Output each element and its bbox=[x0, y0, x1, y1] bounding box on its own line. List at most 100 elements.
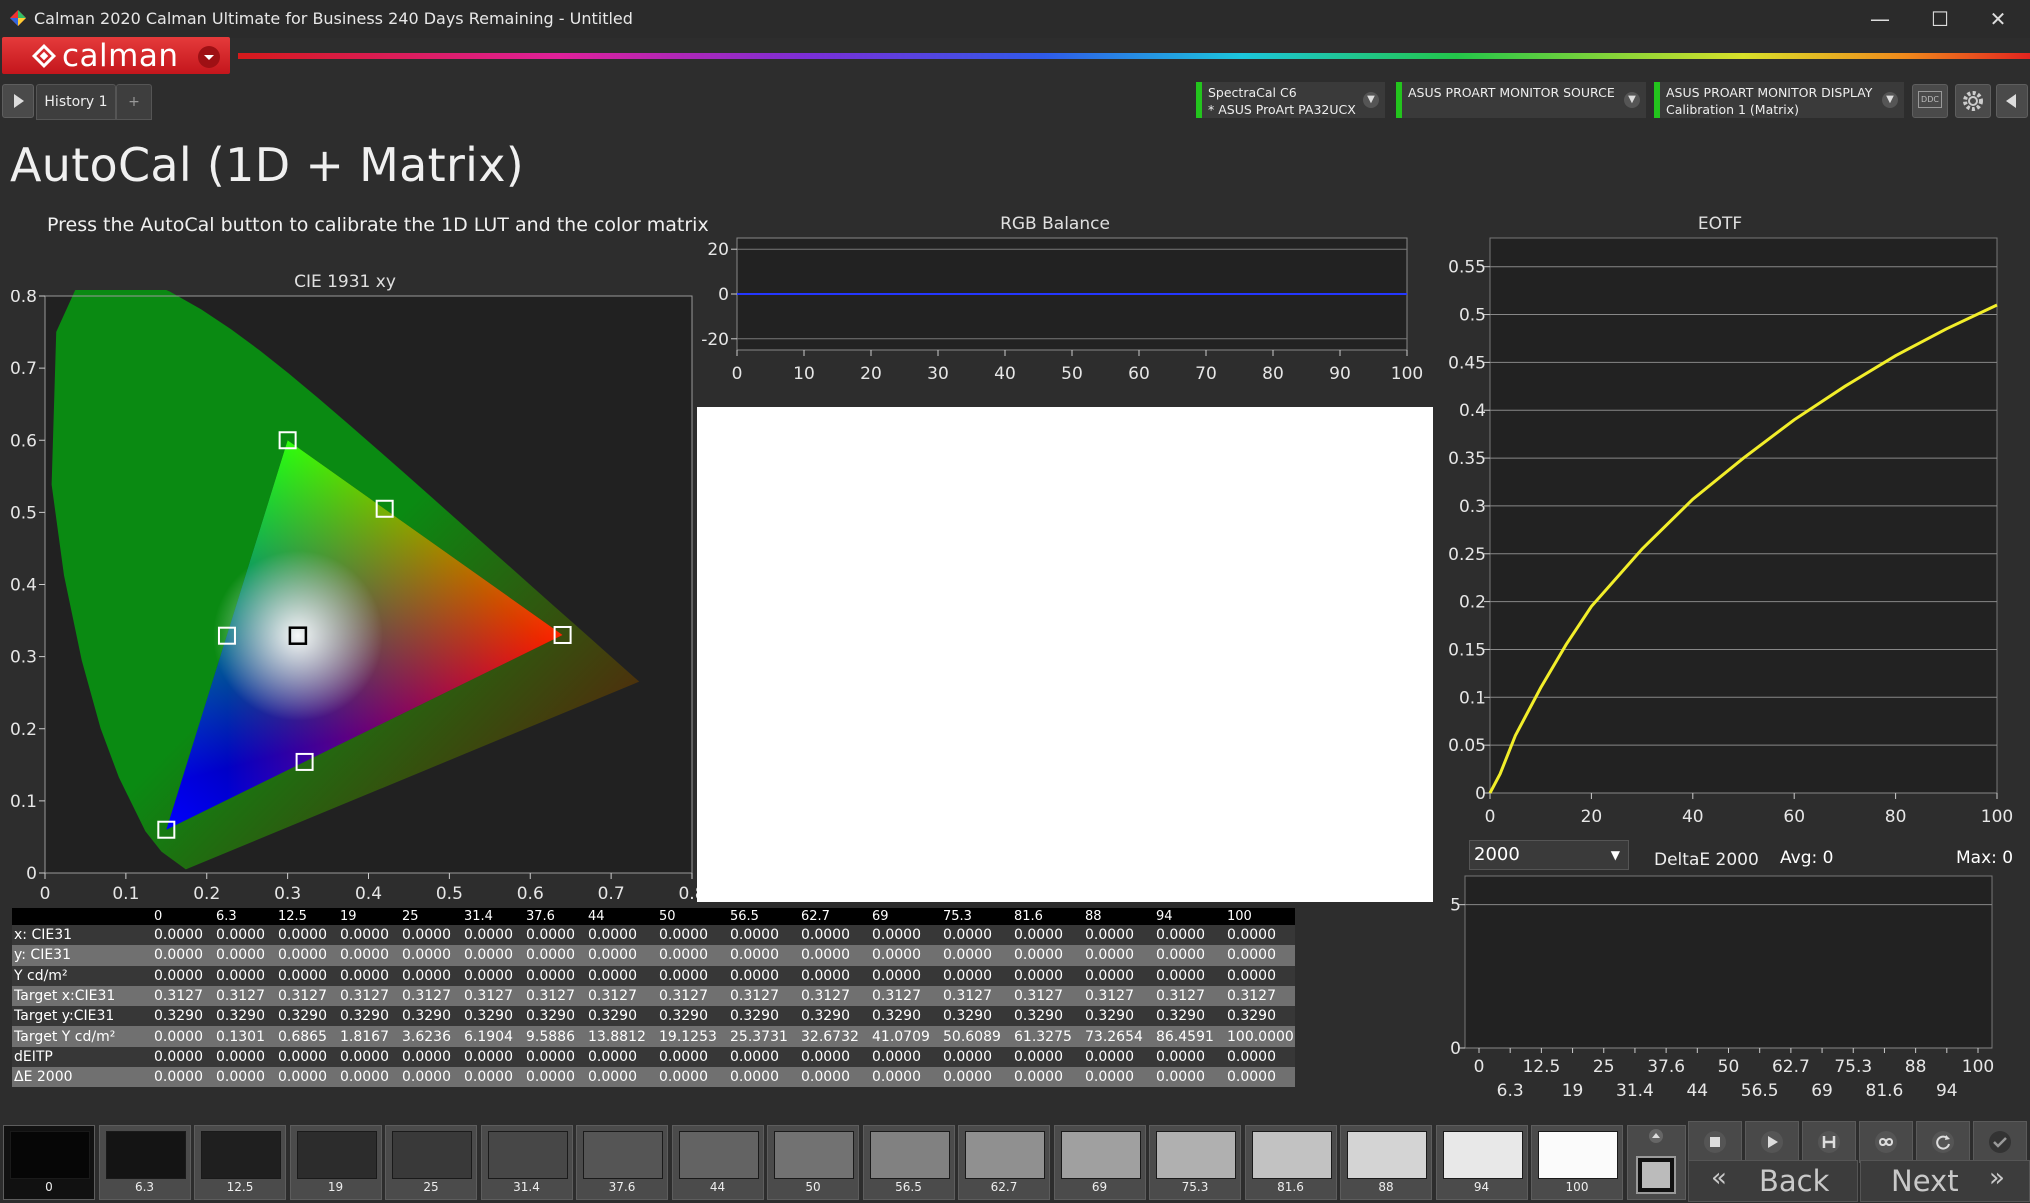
table-header-cell[interactable]: 0 bbox=[152, 908, 214, 925]
patch-control[interactable] bbox=[1627, 1125, 1686, 1200]
patch-swatch[interactable]: 0 bbox=[3, 1125, 95, 1200]
table-row-label: ΔE 2000 bbox=[12, 1067, 152, 1088]
table-cell: 0.0000 bbox=[941, 1067, 1012, 1088]
table-header-cell[interactable]: 50 bbox=[657, 908, 728, 925]
rgb-x-tick: 40 bbox=[994, 364, 1016, 384]
table-header-cell[interactable]: 94 bbox=[1154, 908, 1225, 925]
table-cell: 0.0000 bbox=[586, 1067, 657, 1088]
table-cell: 0.0000 bbox=[214, 965, 276, 986]
measurement-table: 0 6.3 12.5 19 25 31.4 37.6 44 50 56.5 62.7 69 75.3 81… bbox=[12, 908, 1320, 1088]
patch-swatch[interactable]: 56.5 bbox=[862, 1125, 955, 1200]
deltae-plot-area bbox=[1464, 875, 1993, 1049]
minimize-button-2[interactable]: — bbox=[1850, 0, 1910, 38]
table-cell: 0.0000 bbox=[400, 925, 462, 946]
table-cell: 0.0000 bbox=[276, 1046, 338, 1068]
table-header-cell[interactable]: 62.7 bbox=[799, 908, 870, 925]
display-selector[interactable]: ASUS PROART MONITOR DISPLAY Calibration … bbox=[1654, 82, 1904, 118]
add-tab-button[interactable]: + bbox=[116, 84, 152, 120]
ddc-button[interactable]: DDC bbox=[1912, 84, 1948, 118]
patch-swatch[interactable]: 81.6 bbox=[1244, 1125, 1337, 1200]
table-cell: 0.0000 bbox=[1154, 925, 1225, 946]
logo-text: calman bbox=[62, 38, 179, 74]
table-cell: 0.0000 bbox=[276, 925, 338, 946]
sidebar-toggle-button[interactable] bbox=[2, 84, 34, 118]
table-header-cell[interactable]: 19 bbox=[338, 908, 400, 925]
tab-history-1[interactable]: History 1 bbox=[36, 84, 116, 120]
close-button[interactable]: ✕ bbox=[1968, 0, 2028, 38]
back-button[interactable]: « Back bbox=[1688, 1160, 1858, 1202]
next-button[interactable]: Next » bbox=[1860, 1160, 2030, 1202]
calman-logo-button[interactable]: calman bbox=[2, 37, 230, 74]
patch-swatch[interactable]: 62.7 bbox=[958, 1125, 1050, 1200]
patch-swatch[interactable]: 25 bbox=[385, 1125, 477, 1200]
patch-swatch[interactable]: 75.3 bbox=[1149, 1125, 1241, 1200]
table-header-cell[interactable]: 56.5 bbox=[728, 908, 799, 925]
rgb-y-tick: -20 bbox=[701, 330, 729, 350]
table-cell: 0.3127 bbox=[870, 985, 941, 1007]
table-row: Target x:CIE31 0.3127 0.3127 0.3127 0.3127 0.… bbox=[12, 985, 1295, 1007]
patch-swatch[interactable]: 94 bbox=[1435, 1125, 1528, 1200]
patch-swatch[interactable]: 6.3 bbox=[98, 1125, 191, 1200]
accept-button[interactable] bbox=[1973, 1121, 2027, 1163]
table-header-cell[interactable]: 88 bbox=[1083, 908, 1154, 925]
table-cell: 25.3731 bbox=[728, 1026, 799, 1047]
table-header-cell[interactable]: 31.4 bbox=[462, 908, 524, 925]
deltae-formula-dropdown[interactable]: 2000 ▼ bbox=[1469, 840, 1629, 870]
patch-label: 37.6 bbox=[608, 1180, 636, 1194]
patch-swatch[interactable]: 100 bbox=[1531, 1125, 1623, 1200]
refresh-button[interactable] bbox=[1916, 1121, 1970, 1163]
eotf-y-tick: 0.45 bbox=[1448, 353, 1486, 373]
patch-swatch[interactable]: 69 bbox=[1053, 1125, 1146, 1200]
table-cell: 0.0000 bbox=[941, 965, 1012, 986]
meter-name: SpectraCal C6 bbox=[1208, 85, 1297, 100]
table-cell: 0.0000 bbox=[276, 965, 338, 986]
table-header-cell[interactable]: 12.5 bbox=[276, 908, 338, 925]
patch-swatch[interactable]: 50 bbox=[767, 1125, 859, 1200]
patch-swatch[interactable]: 19 bbox=[289, 1125, 382, 1200]
continuous-button[interactable] bbox=[1859, 1121, 1913, 1163]
patch-label: 69 bbox=[1091, 1180, 1108, 1194]
patch-swatch[interactable]: 31.4 bbox=[480, 1125, 573, 1200]
cie-chart-title: CIE 1931 xy bbox=[294, 272, 396, 292]
patch-swatch[interactable]: 44 bbox=[671, 1125, 764, 1200]
patch-color bbox=[296, 1131, 377, 1179]
meter-source-selector[interactable]: SpectraCal C6 * ASUS ProArt PA32UCX ▼ bbox=[1196, 82, 1385, 118]
play-icon bbox=[1761, 1131, 1783, 1153]
collapse-panel-button[interactable] bbox=[1996, 84, 2028, 118]
stop-button[interactable] bbox=[1688, 1121, 1742, 1163]
rgb-x-tick: 90 bbox=[1329, 364, 1351, 384]
chevron-down-icon: ▼ bbox=[1624, 92, 1640, 108]
table-cell: 0.3127 bbox=[799, 985, 870, 1007]
table-header-cell[interactable] bbox=[12, 908, 152, 925]
patch-swatch[interactable]: 12.5 bbox=[194, 1125, 286, 1200]
table-header-cell[interactable]: 44 bbox=[586, 908, 657, 925]
source-selector[interactable]: ASUS PROART MONITOR SOURCE ▼ bbox=[1396, 82, 1646, 118]
table-header-cell[interactable]: 25 bbox=[400, 908, 462, 925]
table-cell: 0.0000 bbox=[1225, 945, 1295, 966]
patch-swatch[interactable]: 88 bbox=[1340, 1125, 1432, 1200]
table-cell: 0.3127 bbox=[276, 985, 338, 1007]
hold-button[interactable] bbox=[1802, 1121, 1856, 1163]
rgb-y-tick: 0 bbox=[718, 285, 729, 305]
table-header-cell[interactable]: 100 bbox=[1225, 908, 1295, 925]
table-cell: 0.0000 bbox=[462, 925, 524, 946]
rgb-y-tick: 20 bbox=[707, 240, 729, 260]
maximize-button[interactable]: ☐ bbox=[1910, 0, 1970, 38]
table-header-cell[interactable]: 81.6 bbox=[1012, 908, 1083, 925]
patch-swatch[interactable]: 37.6 bbox=[576, 1125, 668, 1200]
logo-dropdown-icon[interactable] bbox=[198, 46, 220, 68]
table-cell: 0.3127 bbox=[400, 985, 462, 1007]
cie-x-tick: 0.6 bbox=[517, 884, 544, 904]
table-header-cell[interactable]: 6.3 bbox=[214, 908, 276, 925]
settings-button[interactable] bbox=[1955, 84, 1991, 118]
table-cell: 0.3127 bbox=[462, 985, 524, 1007]
table-cell: 61.3275 bbox=[1012, 1026, 1083, 1047]
measurement-grid: 0 6.3 12.5 19 25 31.4 37.6 44 50 56.5 62.7 69 75.3 81… bbox=[12, 908, 1295, 1088]
table-header-cell[interactable]: 75.3 bbox=[941, 908, 1012, 925]
table-cell: 0.3127 bbox=[1083, 985, 1154, 1007]
table-header-cell[interactable]: 69 bbox=[870, 908, 941, 925]
play-button[interactable] bbox=[1745, 1121, 1799, 1163]
app-icon bbox=[10, 10, 26, 26]
table-header-cell[interactable]: 37.6 bbox=[524, 908, 586, 925]
table-cell: 13.8812 bbox=[586, 1026, 657, 1047]
